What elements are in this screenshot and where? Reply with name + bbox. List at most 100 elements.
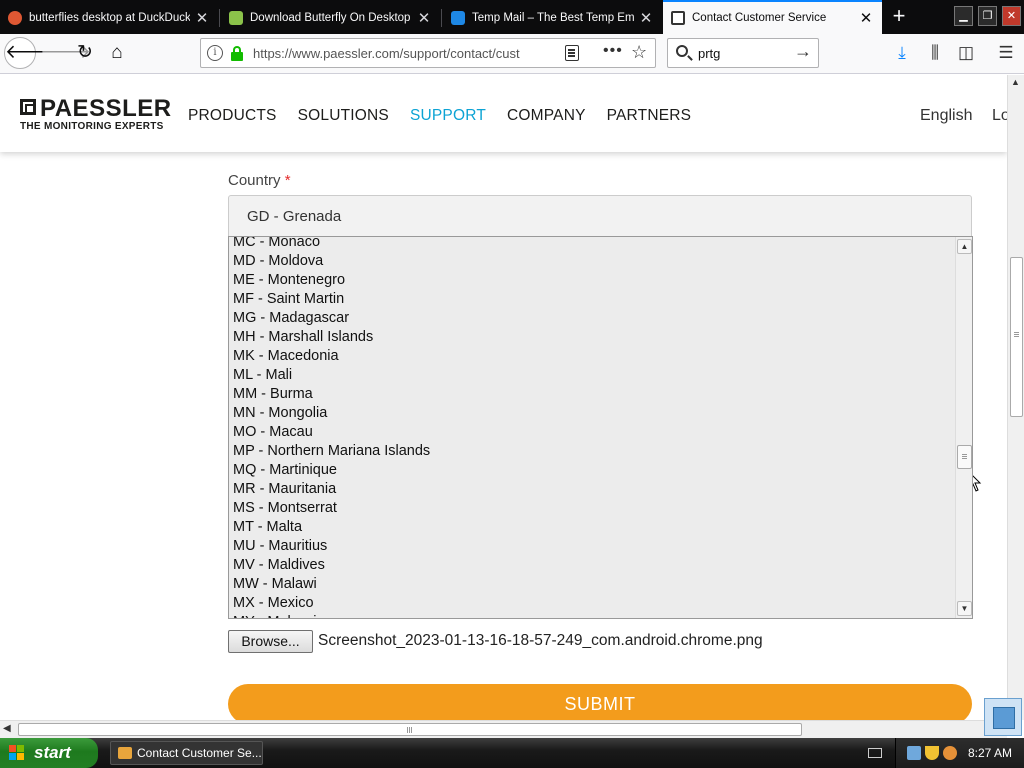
tab-title: Temp Mail – The Best Temp Email — [472, 12, 634, 24]
windows-taskbar: start Contact Customer Se... 8:27 AM — [0, 738, 1024, 768]
country-option[interactable]: MC - Monaco — [229, 237, 955, 252]
country-dropdown-list[interactable]: MC - Monaco MD - Moldova ME - Montenegro MF… — [228, 236, 973, 619]
country-options: MC - Monaco MD - Moldova ME - Montenegro MF… — [229, 237, 955, 618]
temp-mail-icon — [451, 11, 465, 25]
country-option[interactable]: ML - Mali — [229, 366, 955, 385]
paessler-logo[interactable]: PAESSLER THE MONITORING EXPERTS — [20, 95, 171, 133]
menu-icon[interactable]: ☰ — [992, 38, 1020, 68]
page-hscroll-thumb[interactable] — [18, 723, 802, 736]
nav-products[interactable]: PRODUCTS — [188, 107, 277, 125]
screen-corner-icon[interactable] — [984, 698, 1022, 736]
country-option[interactable]: MW - Malawi — [229, 575, 955, 594]
browse-button[interactable]: Browse... — [228, 629, 313, 653]
country-option[interactable]: MR - Mauritania — [229, 480, 955, 499]
country-option[interactable]: MQ - Martinique — [229, 461, 955, 480]
browser-tab-strip: butterflies desktop at DuckDuckGo ✕ Down… — [0, 0, 1024, 34]
country-option[interactable]: MV - Maldives — [229, 556, 955, 575]
country-option[interactable]: MM - Burma — [229, 385, 955, 404]
country-option[interactable]: MS - Montserrat — [229, 499, 955, 518]
minimize-button[interactable]: ▁ — [954, 6, 973, 26]
windows-logo-icon — [9, 745, 26, 761]
main-nav: PRODUCTS SOLUTIONS SUPPORT COMPANY PARTN… — [188, 107, 712, 125]
country-option[interactable]: MD - Moldova — [229, 252, 955, 271]
country-option[interactable]: MU - Mauritius — [229, 537, 955, 556]
close-icon[interactable]: ✕ — [638, 9, 654, 27]
search-bar[interactable]: prtg → — [667, 38, 819, 68]
tab-separator — [219, 9, 220, 27]
country-option[interactable]: MT - Malta — [229, 518, 955, 537]
home-button[interactable]: ⌂ — [102, 38, 132, 68]
web-page: PAESSLER THE MONITORING EXPERTS PRODUCTS… — [0, 75, 1007, 720]
start-button[interactable]: start — [0, 738, 98, 768]
reader-view-icon[interactable] — [565, 45, 579, 61]
logo-tagline: THE MONITORING EXPERTS — [20, 121, 164, 132]
tab-temp-mail[interactable]: Temp Mail – The Best Temp Email ✕ — [443, 2, 662, 34]
url-text[interactable]: https://www.paessler.com/support/contact… — [253, 46, 527, 61]
nav-support[interactable]: SUPPORT — [410, 107, 486, 125]
nav-company[interactable]: COMPANY — [507, 107, 586, 125]
firefox-tray-icon[interactable] — [943, 746, 957, 760]
duckduckgo-icon — [8, 11, 22, 25]
country-option[interactable]: MG - Madagascar — [229, 309, 955, 328]
tab-butterfly-download[interactable]: Download Butterfly On Desktop Fr ✕ — [221, 2, 440, 34]
page-vertical-scrollbar[interactable]: ▲ — [1007, 75, 1024, 720]
dropdown-scroll-thumb[interactable] — [957, 445, 972, 469]
country-option[interactable]: MY - Malaysia — [229, 613, 955, 618]
security-shield-icon[interactable] — [925, 746, 939, 760]
downloads-icon[interactable]: ⤓ — [888, 38, 916, 68]
country-option[interactable]: MK - Macedonia — [229, 347, 955, 366]
close-icon[interactable]: ✕ — [858, 9, 874, 27]
country-option[interactable]: MH - Marshall Islands — [229, 328, 955, 347]
country-option[interactable]: MF - Saint Martin — [229, 290, 955, 309]
forward-button[interactable]: 🡒 — [40, 38, 91, 68]
scroll-up-arrow-icon[interactable]: ▲ — [957, 239, 972, 254]
country-option[interactable]: MN - Mongolia — [229, 404, 955, 423]
sidebar-icon[interactable]: ◫ — [952, 38, 980, 68]
network-icon[interactable] — [907, 746, 921, 760]
back-button[interactable]: 🡐 — [4, 37, 56, 69]
keyboard-icon[interactable] — [868, 748, 882, 758]
page-horizontal-scrollbar[interactable]: ◀ — [0, 720, 1007, 738]
close-icon[interactable]: ✕ — [194, 9, 210, 27]
country-label: Country * — [228, 172, 291, 189]
page-scroll-thumb[interactable] — [1010, 257, 1023, 417]
search-go-icon[interactable]: → — [794, 41, 812, 62]
page-actions-icon[interactable]: ••• — [603, 42, 623, 60]
site-info-icon[interactable]: i — [207, 45, 223, 61]
address-bar[interactable]: i https://www.paessler.com/support/conta… — [200, 38, 656, 68]
taskbar-window-label: Contact Customer Se... — [137, 746, 262, 760]
scroll-down-arrow-icon[interactable]: ▼ — [957, 601, 972, 616]
country-option[interactable]: MX - Mexico — [229, 594, 955, 613]
country-selected-value: GD - Grenada — [247, 208, 342, 225]
new-tab-button[interactable]: + — [886, 4, 912, 30]
search-icon — [676, 45, 688, 57]
login-link[interactable]: Lo — [992, 107, 1007, 125]
nav-partners[interactable]: PARTNERS — [607, 107, 692, 125]
country-option[interactable]: MO - Macau — [229, 423, 955, 442]
window-close-button[interactable]: ✕ — [1002, 6, 1021, 26]
tab-contact-customer-service[interactable]: Contact Customer Service ✕ — [663, 0, 882, 34]
tab-title: Download Butterfly On Desktop Fr — [250, 12, 412, 24]
library-icon[interactable]: ⫼ — [921, 38, 949, 68]
dropdown-scrollbar[interactable]: ▲ ▼ — [955, 237, 972, 618]
search-query[interactable]: prtg — [698, 46, 720, 61]
country-option[interactable]: MP - Northern Mariana Islands — [229, 442, 955, 461]
paessler-icon — [671, 11, 685, 25]
close-icon[interactable]: ✕ — [416, 9, 432, 27]
country-select[interactable]: GD - Grenada — [228, 195, 972, 237]
submit-button[interactable]: SUBMIT — [228, 684, 972, 720]
country-label-text: Country — [228, 172, 281, 189]
reload-button[interactable]: ↻ — [70, 38, 100, 68]
logo-mark-icon — [20, 99, 36, 115]
butterfly-site-icon — [229, 11, 243, 25]
scroll-left-arrow-icon[interactable]: ◀ — [3, 723, 11, 734]
tab-duckduckgo[interactable]: butterflies desktop at DuckDuckGo ✕ — [0, 2, 218, 34]
language-selector[interactable]: English — [920, 107, 972, 125]
bookmark-star-icon[interactable]: ☆ — [631, 42, 647, 63]
nav-solutions[interactable]: SOLUTIONS — [298, 107, 389, 125]
taskbar-window-button[interactable]: Contact Customer Se... — [110, 741, 263, 765]
scroll-up-arrow-icon[interactable]: ▲ — [1011, 77, 1020, 87]
restore-button[interactable]: ❐ — [978, 6, 997, 26]
country-option[interactable]: ME - Montenegro — [229, 271, 955, 290]
lock-icon[interactable] — [231, 46, 243, 61]
